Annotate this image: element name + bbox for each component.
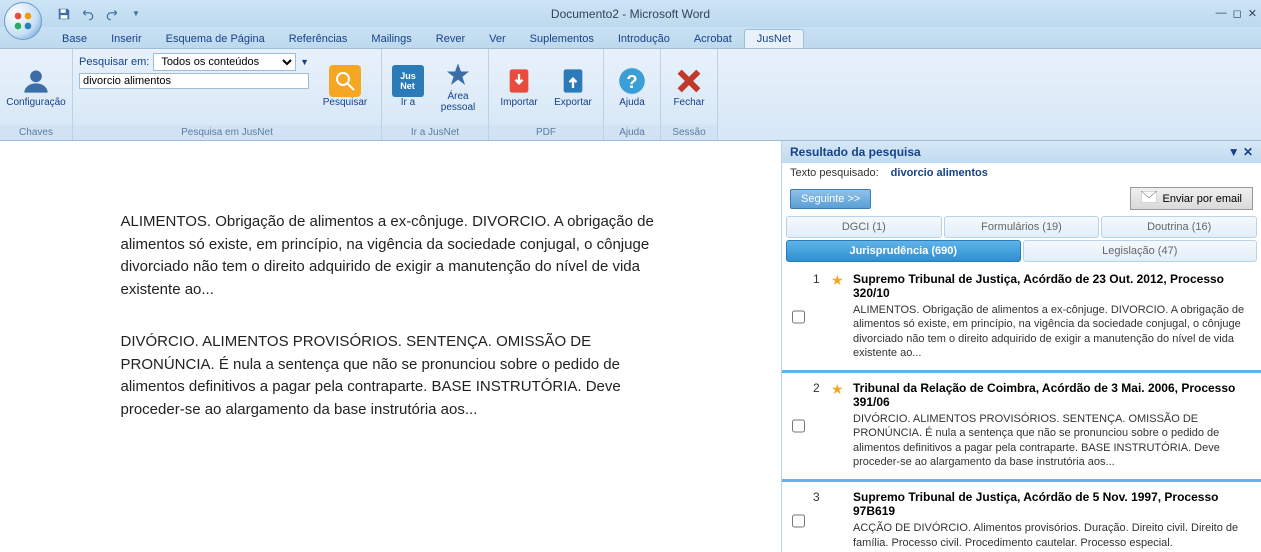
tab-mailings[interactable]: Mailings — [359, 30, 423, 48]
group-chaves: Configuração Chaves — [0, 49, 73, 140]
tab-ver[interactable]: Ver — [477, 30, 518, 48]
tab-referências[interactable]: Referências — [277, 30, 360, 48]
importar-button[interactable]: Importar — [495, 53, 543, 119]
search-input[interactable] — [79, 73, 309, 89]
group-jusnet: JusNet Ir a Área pessoal Ir a JusNet — [382, 49, 489, 140]
pdf-import-icon — [503, 65, 535, 97]
save-icon[interactable] — [54, 4, 74, 24]
tab-inserir[interactable]: Inserir — [99, 30, 154, 48]
minimize-button[interactable]: — — [1216, 7, 1227, 20]
qat-dropdown-icon[interactable]: ▼ — [126, 4, 146, 24]
result-title: Supremo Tribunal de Justiça, Acórdão de … — [853, 490, 1251, 518]
tab-introdução[interactable]: Introdução — [606, 30, 682, 48]
result-checkbox[interactable] — [792, 492, 805, 550]
result-item[interactable]: 1 ★ Supremo Tribunal de Justiça, Acórdão d… — [782, 264, 1261, 373]
results-tab[interactable]: Jurisprudência (690) — [786, 240, 1021, 262]
tab-acrobat[interactable]: Acrobat — [682, 30, 744, 48]
searched-value: divorcio alimentos — [891, 167, 988, 179]
group-pdf: Importar Exportar PDF — [489, 49, 604, 140]
results-query-row: Texto pesquisado: divorcio alimentos — [782, 163, 1261, 183]
result-snippet: DIVÓRCIO. ALIMENTOS PROVISÓRIOS. SENTENÇ… — [853, 412, 1251, 469]
tab-esquema-de-página[interactable]: Esquema de Página — [154, 30, 277, 48]
star-icon: ★ — [831, 490, 845, 504]
tab-rever[interactable]: Rever — [424, 30, 477, 48]
result-number: 3 — [813, 490, 823, 550]
pdf-export-icon — [557, 65, 589, 97]
close-x-icon — [673, 65, 705, 97]
search-in-label: Pesquisar em: — [79, 56, 149, 68]
tab-suplementos[interactable]: Suplementos — [518, 30, 606, 48]
group-sessao: Fechar Sessão — [661, 49, 718, 140]
star-icon: ★ — [831, 381, 845, 395]
svg-text:?: ? — [626, 71, 637, 92]
title-bar: ▼ Documento2 - Microsoft Word — ◻ ✕ — [0, 0, 1261, 27]
result-number: 1 — [813, 272, 823, 360]
result-title: Tribunal da Relação de Coimbra, Acórdão … — [853, 381, 1251, 409]
results-tab[interactable]: Doutrina (16) — [1101, 216, 1257, 238]
result-item[interactable]: 2 ★ Tribunal da Relação de Coimbra, Acórdã… — [782, 373, 1261, 482]
star-icon: ★ — [831, 272, 845, 286]
pane-dropdown-icon[interactable]: ▼ ✕ — [1228, 145, 1253, 159]
result-number: 2 — [813, 381, 823, 469]
tab-jusnet[interactable]: JusNet — [744, 29, 804, 48]
envelope-icon — [1141, 191, 1157, 206]
result-checkbox[interactable] — [792, 383, 805, 469]
redo-icon[interactable] — [102, 4, 122, 24]
result-snippet: ALIMENTOS. Obrigação de alimentos a ex-c… — [853, 303, 1251, 360]
results-tab[interactable]: DGCI (1) — [786, 216, 942, 238]
doc-paragraph-1: ALIMENTOS. Obrigação de alimentos a ex-c… — [121, 211, 661, 301]
group-ajuda: ? Ajuda Ajuda — [604, 49, 661, 140]
magnifier-icon — [329, 65, 361, 97]
window-controls: — ◻ ✕ — [1216, 7, 1257, 20]
star-icon — [442, 59, 474, 91]
exportar-button[interactable]: Exportar — [549, 53, 597, 119]
document-page: ALIMENTOS. Obrigação de alimentos a ex-c… — [81, 171, 701, 552]
chevron-down-icon[interactable]: ▼ — [300, 57, 309, 67]
results-tab[interactable]: Legislação (47) — [1023, 240, 1258, 262]
doc-paragraph-2: DIVÓRCIO. ALIMENTOS PROVISÓRIOS. SENTENÇ… — [121, 331, 661, 421]
results-tab[interactable]: Formulários (19) — [944, 216, 1100, 238]
email-button[interactable]: Enviar por email — [1130, 187, 1253, 210]
result-item[interactable]: 3 ★ Supremo Tribunal de Justiça, Acórdão d… — [782, 482, 1261, 552]
area-pessoal-button[interactable]: Área pessoal — [434, 53, 482, 119]
ajuda-button[interactable]: ? Ajuda — [610, 53, 654, 119]
search-scope-select[interactable]: Todos os conteúdos — [153, 53, 296, 71]
ribbon: Configuração Chaves Pesquisar em: Todos … — [0, 49, 1261, 141]
tab-base[interactable]: Base — [50, 30, 99, 48]
result-checkbox[interactable] — [792, 274, 805, 360]
undo-icon[interactable] — [78, 4, 98, 24]
result-title: Supremo Tribunal de Justiça, Acórdão de … — [853, 272, 1251, 300]
configuracao-button[interactable]: Configuração — [6, 53, 66, 119]
pesquisar-button[interactable]: Pesquisar — [315, 53, 375, 119]
searched-label: Texto pesquisado: — [790, 167, 879, 179]
next-button[interactable]: Seguinte >> — [790, 189, 871, 209]
ir-a-button[interactable]: JusNet Ir a — [388, 53, 428, 119]
search-block: Pesquisar em: Todos os conteúdos ▼ — [79, 53, 309, 89]
office-button[interactable] — [4, 2, 42, 40]
group-pesquisa: Pesquisar em: Todos os conteúdos ▼ Pesqu… — [73, 49, 382, 140]
results-actions: Seguinte >> Enviar por email — [782, 183, 1261, 214]
help-icon: ? — [616, 65, 648, 97]
person-icon — [20, 65, 52, 97]
ribbon-tabs: BaseInserirEsquema de PáginaReferênciasM… — [0, 27, 1261, 49]
results-tabs: DGCI (1)Formulários (19)Doutrina (16) Jur… — [782, 214, 1261, 264]
result-snippet: ACÇÃO DE DIVÓRCIO. Alimentos provisórios… — [853, 521, 1251, 550]
window-title: Documento2 - Microsoft Word — [551, 7, 710, 21]
fechar-button[interactable]: Fechar — [667, 53, 711, 119]
quick-access-toolbar: ▼ — [54, 4, 146, 24]
document-area[interactable]: ALIMENTOS. Obrigação de alimentos a ex-c… — [0, 141, 781, 552]
close-button[interactable]: ✕ — [1248, 7, 1257, 20]
results-header: Resultado da pesquisa ▼ ✕ — [782, 141, 1261, 163]
jusnet-icon: JusNet — [392, 65, 424, 97]
results-list: 1 ★ Supremo Tribunal de Justiça, Acórdão d… — [782, 264, 1261, 552]
workspace: ALIMENTOS. Obrigação de alimentos a ex-c… — [0, 141, 1261, 552]
results-pane: Resultado da pesquisa ▼ ✕ Texto pesquisa… — [781, 141, 1261, 552]
maximize-button[interactable]: ◻ — [1233, 7, 1242, 20]
